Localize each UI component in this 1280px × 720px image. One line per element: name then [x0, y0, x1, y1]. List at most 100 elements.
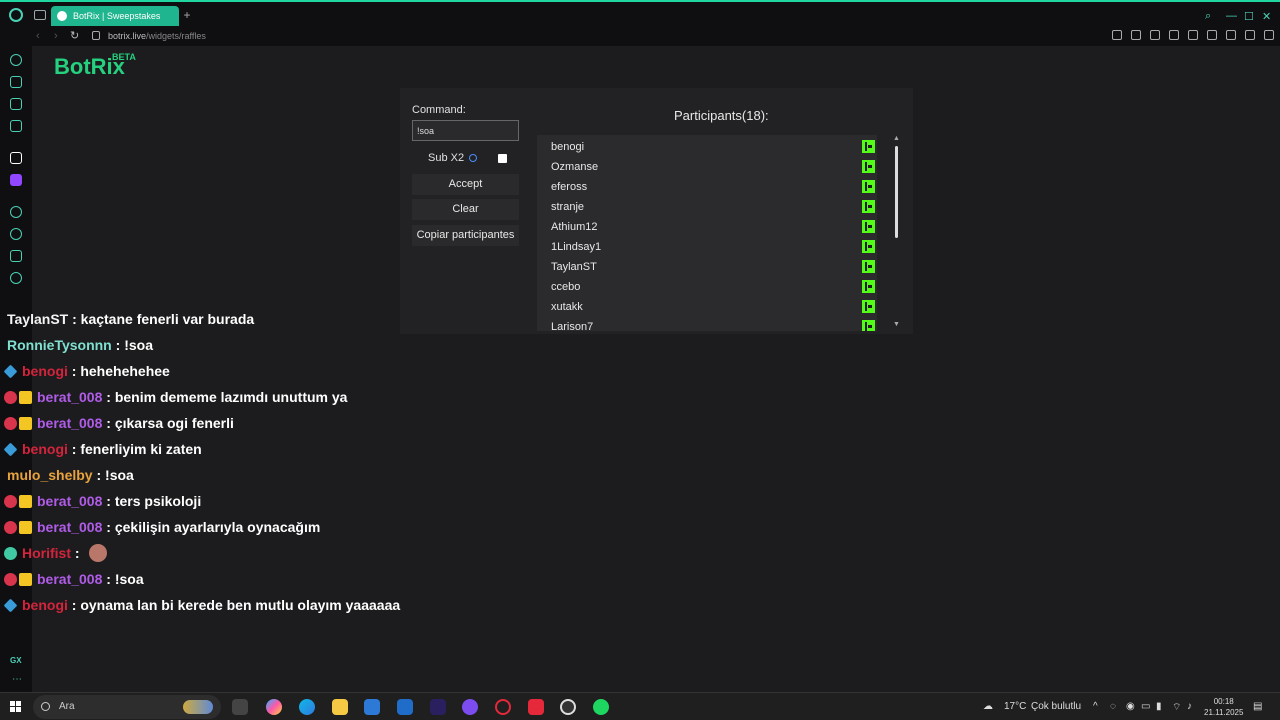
more-icon[interactable]: ⋯ [12, 674, 22, 685]
back-icon[interactable]: ‹ [36, 30, 40, 42]
chat-username[interactable]: berat_008 [37, 415, 102, 431]
extensions-icon[interactable] [10, 250, 22, 262]
copilot-sparkle-icon [183, 700, 213, 714]
opera-icon[interactable] [495, 699, 511, 715]
scroll-up-icon[interactable]: ▲ [893, 135, 900, 142]
list-item[interactable]: ccebo [551, 281, 580, 293]
shield-icon[interactable] [1150, 30, 1160, 40]
premiere-icon[interactable] [430, 699, 446, 715]
wifi-icon[interactable]: ⌔ [1172, 701, 1181, 714]
windows-start-icon[interactable] [10, 701, 21, 712]
chat-username[interactable]: TaylanST [7, 312, 68, 327]
chat-username[interactable]: berat_008 [37, 519, 102, 535]
gx-control-icon[interactable] [10, 54, 22, 66]
search-icon[interactable]: ⌕ [1205, 10, 1211, 23]
chat-username[interactable]: Horifist [22, 545, 71, 561]
steam-icon[interactable]: ◉ [1126, 701, 1135, 712]
chat-message: berat_008 : !soa [4, 568, 144, 590]
minimize-icon[interactable]: — [1226, 10, 1237, 22]
clear-button[interactable]: Clear [412, 199, 519, 220]
discord-icon[interactable] [462, 699, 478, 715]
chevron-up-icon[interactable]: ^ [1093, 701, 1098, 712]
chat-username[interactable]: RonnieTysonnn [7, 337, 112, 353]
tray-app-icon[interactable]: ◌ [1110, 701, 1116, 712]
pin-icon[interactable] [1112, 30, 1122, 40]
chat-username[interactable]: benogi [22, 597, 68, 613]
gx-corner-icon[interactable] [10, 76, 22, 88]
snapshot-icon[interactable] [1131, 30, 1141, 40]
info-icon[interactable] [469, 154, 478, 162]
sub-x2-label: Sub X2 [428, 152, 465, 164]
tab-islands-icon[interactable] [34, 10, 46, 20]
chat-message: mulo_shelby : !soa [4, 464, 134, 486]
obs-icon[interactable] [560, 699, 576, 715]
battery-icon[interactable]: ▮ [1156, 701, 1162, 712]
participants-list[interactable]: benogi Ozmanse efeross stranje Athium12 … [537, 135, 877, 331]
store-icon[interactable] [364, 699, 380, 715]
crown-badge-icon [19, 390, 32, 404]
taskbar-search[interactable]: Ara [33, 695, 221, 719]
twitch-icon[interactable] [10, 174, 22, 186]
chat-username[interactable]: benogi [22, 441, 68, 457]
vpn-icon[interactable] [1169, 30, 1179, 40]
chat-text: !soa [114, 571, 144, 587]
tab-botrix[interactable]: BotRix | Sweepstakes [51, 6, 179, 26]
tab-title: BotRix | Sweepstakes [73, 11, 161, 21]
url-field[interactable]: botrix.live/widgets/raffles [108, 31, 206, 41]
chat-username[interactable]: mulo_shelby [7, 467, 93, 483]
kick-icon [862, 200, 875, 213]
edge-icon[interactable] [299, 699, 315, 715]
copy-participants-button[interactable]: Copiar participantes [412, 225, 519, 246]
list-item[interactable]: efeross [551, 181, 587, 193]
list-item[interactable]: TaylanST [551, 261, 597, 273]
download-icon[interactable] [1245, 30, 1255, 40]
weather-icon[interactable]: ☁ [983, 701, 993, 712]
opera-gx-taskbar-icon[interactable] [528, 699, 544, 715]
list-item[interactable]: Ozmanse [551, 161, 598, 173]
chat-username[interactable]: berat_008 [37, 389, 102, 405]
clock[interactable]: 00:18 21.11.2025 [1204, 696, 1243, 718]
copilot-icon[interactable] [266, 699, 282, 715]
usb-icon[interactable]: ▭ [1141, 701, 1150, 712]
task-view-icon[interactable] [232, 699, 248, 715]
menu-icon[interactable] [1264, 30, 1274, 40]
scroll-down-icon[interactable]: ▼ [893, 321, 900, 328]
file-explorer-icon[interactable] [332, 699, 348, 715]
maximize-icon[interactable]: ☐ [1244, 10, 1254, 23]
heart-icon[interactable] [1207, 30, 1217, 40]
profile-icon[interactable] [1226, 30, 1236, 40]
reload-icon[interactable]: ↻ [70, 29, 79, 42]
sub-x2-checkbox[interactable] [498, 154, 507, 163]
list-item[interactable]: Athium12 [551, 221, 597, 233]
player-icon[interactable] [10, 206, 22, 218]
weather-temp[interactable]: 17°C [1004, 701, 1026, 712]
outlook-icon[interactable] [397, 699, 413, 715]
new-tab-button[interactable]: + [181, 9, 193, 21]
command-input[interactable] [412, 120, 519, 141]
spotify-icon[interactable] [593, 699, 609, 715]
weather-desc[interactable]: Çok bulutlu [1031, 701, 1081, 712]
forward-icon[interactable]: › [54, 30, 58, 42]
participants-title: Participants(18): [674, 108, 769, 123]
list-item[interactable]: stranje [551, 201, 584, 213]
close-icon[interactable]: ✕ [1262, 10, 1271, 23]
accept-button[interactable]: Accept [412, 174, 519, 195]
chat-message: berat_008 : benim dememe lazımdı unuttum… [4, 386, 347, 408]
opera-gx-logo-icon[interactable] [9, 8, 23, 22]
notifications-icon[interactable]: ▤ [1253, 701, 1262, 712]
mods-icon[interactable] [10, 120, 22, 132]
chat-username[interactable]: benogi [22, 363, 68, 379]
volume-icon[interactable]: ♪ [1187, 701, 1192, 712]
settings-icon[interactable] [10, 272, 22, 284]
participants-scrollbar[interactable] [895, 146, 898, 238]
history-icon[interactable] [10, 228, 22, 240]
list-item[interactable]: benogi [551, 141, 584, 153]
chat-username[interactable]: berat_008 [37, 493, 102, 509]
kick-icon [862, 140, 875, 153]
chat-username[interactable]: berat_008 [37, 571, 102, 587]
kick-sidebar-icon[interactable] [10, 152, 22, 164]
play-icon[interactable] [1188, 30, 1198, 40]
list-item[interactable]: 1Lindsay1 [551, 241, 601, 253]
cleaner-icon[interactable] [10, 98, 22, 110]
botrix-favicon-icon [57, 11, 67, 21]
